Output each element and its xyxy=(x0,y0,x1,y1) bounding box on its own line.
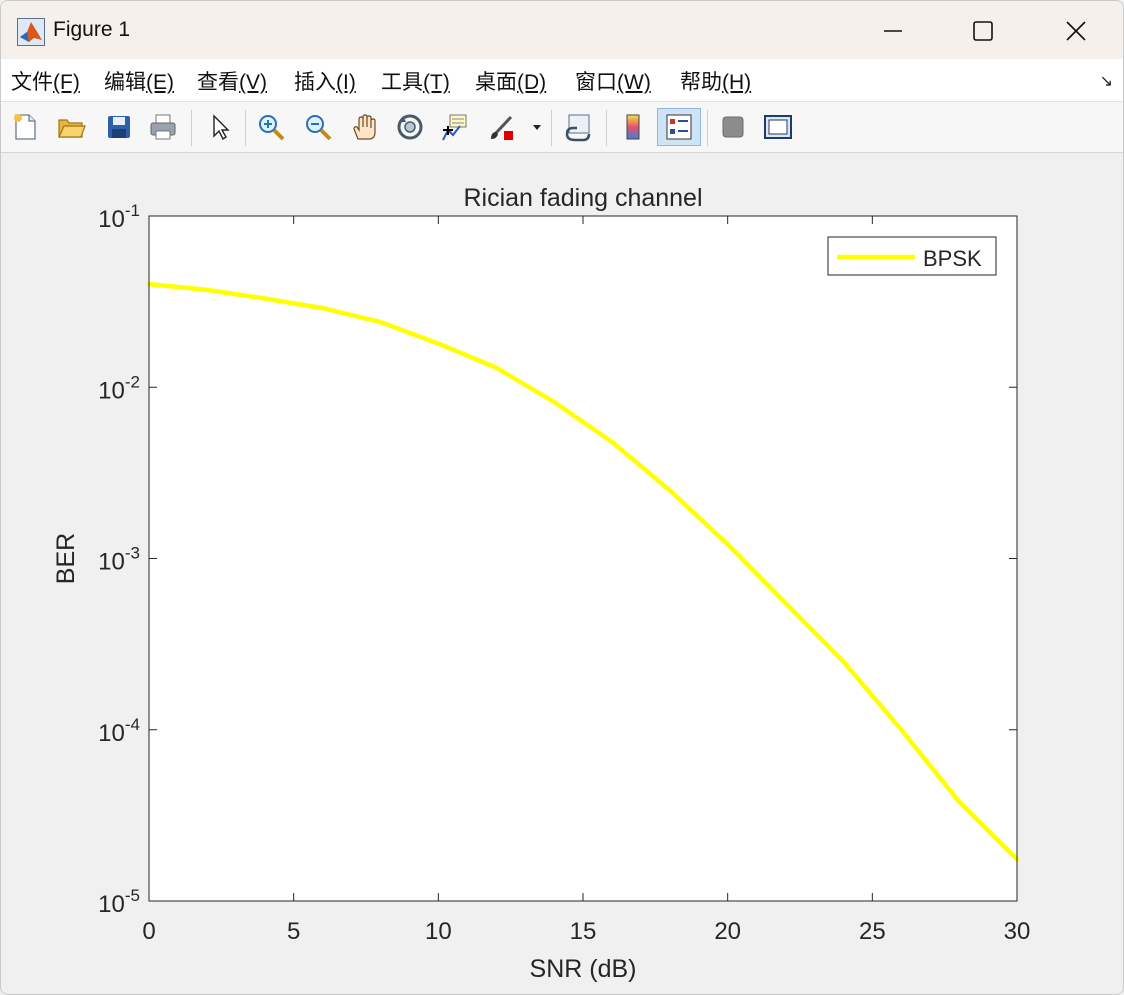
menu-file[interactable]: 文件(F) xyxy=(11,66,80,96)
menu-help[interactable]: 帮助(H) xyxy=(680,66,751,96)
y-tick-label: 10-3 xyxy=(98,544,140,576)
rotate-3d-button[interactable] xyxy=(392,108,428,146)
data-cursor-button[interactable] xyxy=(437,108,473,146)
y-axis-label: BER xyxy=(52,533,80,584)
x-tick-label: 15 xyxy=(570,918,597,945)
x-axis-label: SNR (dB) xyxy=(530,955,637,983)
save-icon xyxy=(108,116,130,138)
close-icon xyxy=(1066,21,1086,41)
maximize-button[interactable] xyxy=(959,11,1007,51)
save-button[interactable] xyxy=(101,108,137,146)
pointer-icon xyxy=(213,114,230,141)
new-figure-icon xyxy=(14,114,36,140)
window-title: Figure 1 xyxy=(53,18,131,41)
legend-icon xyxy=(666,114,692,140)
x-tick-label: 10 xyxy=(425,918,452,945)
minimize-icon xyxy=(884,30,902,32)
show-plot-tools-button[interactable] xyxy=(760,108,796,146)
brush-icon xyxy=(491,115,513,140)
open-file-icon xyxy=(58,119,86,138)
x-tick-label: 0 xyxy=(142,918,155,945)
zoom-out-icon xyxy=(306,115,332,141)
hide-plot-tools-button[interactable] xyxy=(715,108,751,146)
y-tick-label: 10-1 xyxy=(98,201,140,233)
menu-view[interactable]: 查看(V) xyxy=(197,66,267,96)
x-tick-label: 25 xyxy=(859,918,886,945)
menu-window[interactable]: 窗口(W) xyxy=(575,66,651,96)
menu-desktop[interactable]: 桌面(D) xyxy=(475,66,546,96)
brush-dropdown-button[interactable] xyxy=(527,108,547,146)
y-tick-label: 10-5 xyxy=(98,886,140,918)
pan-hand-icon xyxy=(353,114,376,140)
y-tick-label: 10-2 xyxy=(98,372,140,404)
plot-canvas[interactable]: Rician fading channel SNR (dB) BER 0 5 10 1… xyxy=(1,153,1123,994)
colorbar-icon xyxy=(626,114,640,140)
title-bar: Figure 1 xyxy=(1,1,1123,59)
print-icon xyxy=(150,114,176,140)
menu-insert[interactable]: 插入(I) xyxy=(294,66,356,96)
menu-tools[interactable]: 工具(T) xyxy=(381,66,450,96)
x-tick-label: 30 xyxy=(1004,918,1031,945)
legend-label-bpsk: BPSK xyxy=(923,246,982,271)
menu-edit[interactable]: 编辑(E) xyxy=(104,66,174,96)
data-cursor-icon xyxy=(442,114,467,141)
x-tick-label: 5 xyxy=(287,918,300,945)
y-tick-label: 10-4 xyxy=(98,715,140,747)
zoom-in-button[interactable] xyxy=(253,108,289,146)
new-figure-button[interactable] xyxy=(7,108,43,146)
hide-plot-tools-icon xyxy=(722,116,744,138)
colorbar-button[interactable] xyxy=(615,108,651,146)
link-plot-button[interactable] xyxy=(560,108,596,146)
show-plot-tools-icon xyxy=(764,115,792,139)
zoom-out-button[interactable] xyxy=(300,108,336,146)
menu-bar: 文件(F) 编辑(E) 查看(V) 插入(I) 工具(T) 桌面(D) 窗口(W… xyxy=(1,59,1123,102)
x-tick-label: 20 xyxy=(714,918,741,945)
pointer-button[interactable] xyxy=(201,108,237,146)
pan-button[interactable] xyxy=(346,108,382,146)
dock-arrow-icon[interactable]: ↘ xyxy=(1100,71,1113,91)
brush-button[interactable] xyxy=(484,108,520,146)
print-button[interactable] xyxy=(145,108,181,146)
open-file-button[interactable] xyxy=(53,108,89,146)
chevron-down-icon xyxy=(533,125,541,130)
figure-canvas-area: Rician fading channel SNR (dB) BER 0 5 10 1… xyxy=(1,153,1123,994)
link-plot-icon xyxy=(565,114,591,142)
matlab-app-icon xyxy=(17,18,45,46)
figure-toolbar xyxy=(1,102,1123,153)
rotate-3d-icon xyxy=(397,114,423,140)
figure-window: Figure 1 文件(F) 编辑(E) 查看(V) 插入(I) 工具(T) 桌… xyxy=(0,0,1124,995)
close-button[interactable] xyxy=(1052,11,1100,51)
legend-button[interactable] xyxy=(657,108,701,146)
chart-title: Rician fading channel xyxy=(463,184,702,212)
minimize-button[interactable] xyxy=(869,11,917,51)
axes-background xyxy=(149,216,1017,901)
legend: BPSK xyxy=(827,236,997,276)
zoom-in-icon xyxy=(259,115,285,141)
maximize-icon xyxy=(973,21,993,41)
